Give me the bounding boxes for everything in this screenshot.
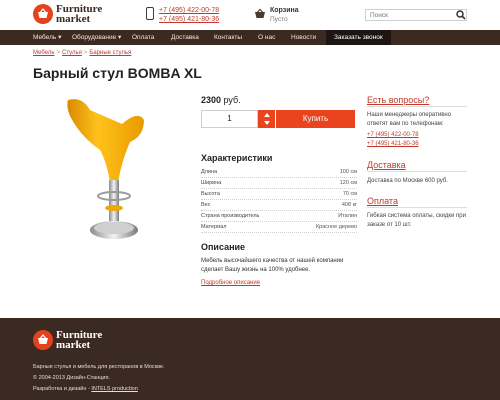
footer-tagline: Барные стулья и мебель для ресторанов в …: [33, 364, 165, 370]
sidebar-phones: +7 (495) 422-00-78 +7 (495) 421-80-36: [367, 131, 419, 149]
basket-icon: [33, 330, 53, 350]
spec-key: Вес: [201, 202, 211, 208]
delivery-title[interactable]: Доставка: [367, 160, 406, 170]
site-header: Furniture market +7 (495) 422-00-78 +7 (…: [0, 0, 500, 30]
breadcrumb-item[interactable]: Стулья: [62, 50, 82, 56]
nav-item-news[interactable]: Новости: [291, 30, 316, 45]
quantity-stepper[interactable]: [258, 110, 275, 128]
spec-row: Ширина 120 см: [201, 178, 357, 189]
spec-value: 120 см: [339, 180, 357, 186]
sidebar-phone-2[interactable]: +7 (495) 421-80-36: [367, 140, 419, 149]
phone-icon: [146, 7, 154, 20]
nav-item-furniture[interactable]: Мебель ▾: [33, 30, 61, 45]
chevron-down-icon[interactable]: [264, 121, 270, 125]
spec-value: 408 кг: [341, 202, 357, 208]
spec-row: Материал Красное дерево: [201, 222, 357, 233]
spec-row: Страна производитель Италия: [201, 211, 357, 222]
divider: [367, 207, 467, 208]
delivery-text: Доставка по Москве 600 руб.: [367, 178, 448, 184]
page-title: Барный стул BOMBA XL: [33, 65, 202, 81]
quantity-input[interactable]: 1: [201, 110, 258, 128]
spec-row: Вес 408 кг: [201, 200, 357, 211]
search-input[interactable]: [365, 9, 467, 21]
nav-item-contacts[interactable]: Контакты: [214, 30, 242, 45]
buy-button[interactable]: Купить: [276, 110, 355, 128]
nav-item-payment[interactable]: Оплата: [132, 30, 154, 45]
nav-item-delivery[interactable]: Доставка: [171, 30, 199, 45]
spec-key: Ширина: [201, 180, 222, 186]
divider: [367, 171, 467, 172]
spec-row: Длина 100 см: [201, 167, 357, 178]
site-logo[interactable]: Furniture market: [33, 4, 143, 26]
header-phones: +7 (495) 422-00-78 +7 (495) 421-80-36: [159, 6, 219, 24]
site-footer: Furniture market Барные стулья и мебель …: [0, 318, 500, 400]
spec-key: Высота: [201, 191, 220, 197]
breadcrumb-item[interactable]: Барные стулья: [89, 50, 131, 56]
footer-copyright: © 2004-2013 Дизайн-Станция.: [33, 375, 110, 381]
price-value: 2300: [201, 95, 222, 105]
footer-logo[interactable]: Furniture market: [33, 330, 143, 352]
header-phone-2[interactable]: +7 (495) 421-80-36: [159, 15, 219, 24]
footer-credits: Разработка и дизайн - INTELS production: [33, 386, 138, 392]
spec-key: Длина: [201, 169, 218, 175]
price-currency: руб.: [221, 95, 241, 105]
breadcrumb-item[interactable]: Мебель: [33, 50, 54, 56]
questions-text: Наши менеджеры оперативно ответят вам по…: [367, 112, 452, 127]
breadcrumb-separator: >: [56, 50, 60, 56]
divider: [367, 106, 467, 107]
nav-item-equipment[interactable]: Оборудование ▾: [72, 30, 121, 45]
breadcrumb: Мебель > Стулья > Барные стулья: [33, 50, 131, 56]
nav-item-callback[interactable]: Заказать звонок: [326, 30, 391, 45]
basket-icon: [33, 4, 53, 24]
specs-title: Характеристики: [201, 153, 273, 163]
product-price: 2300 руб.: [201, 95, 241, 105]
spec-value: 70 см: [342, 191, 357, 197]
product-image[interactable]: [60, 90, 150, 250]
description-text: Мебель высочайшего качества от нашей ком…: [201, 258, 344, 273]
payment-text: Гибкая система оплаты, скидки при заказе…: [367, 213, 466, 228]
credits-link[interactable]: INTELS production: [91, 386, 137, 392]
search-icon[interactable]: [456, 10, 466, 20]
spec-key: Страна производитель: [201, 213, 260, 219]
questions-title[interactable]: Есть вопросы?: [367, 95, 429, 105]
cart-status: Пусто: [270, 16, 288, 23]
credits-prefix: Разработка и дизайн -: [33, 386, 92, 392]
spec-value: Италия: [338, 213, 357, 219]
payment-title[interactable]: Оплата: [367, 196, 398, 206]
spec-value: 100 см: [339, 169, 357, 175]
logo-text: Furniture market: [56, 329, 103, 351]
spec-row: Высота 70 см: [201, 189, 357, 200]
cart-icon[interactable]: [254, 8, 266, 20]
breadcrumb-separator: >: [83, 50, 88, 56]
spec-key: Материал: [201, 224, 227, 230]
sidebar-phone-1[interactable]: +7 (495) 422-00-78: [367, 131, 419, 140]
full-description-link[interactable]: Подробное описание: [201, 280, 260, 286]
spec-value: Красное дерево: [315, 224, 357, 230]
description-title: Описание: [201, 242, 246, 252]
header-phone-1[interactable]: +7 (495) 422-00-78: [159, 6, 219, 15]
logo-text: Furniture market: [56, 3, 103, 25]
main-nav: Мебель ▾ Оборудование ▾ Оплата Доставка …: [0, 30, 500, 45]
chevron-up-icon[interactable]: [264, 113, 270, 117]
specs-table: Длина 100 см Ширина 120 см Высота 70 см Вес…: [201, 167, 357, 233]
cart-title[interactable]: Корзина: [270, 7, 299, 14]
nav-item-about[interactable]: О нас: [258, 30, 275, 45]
